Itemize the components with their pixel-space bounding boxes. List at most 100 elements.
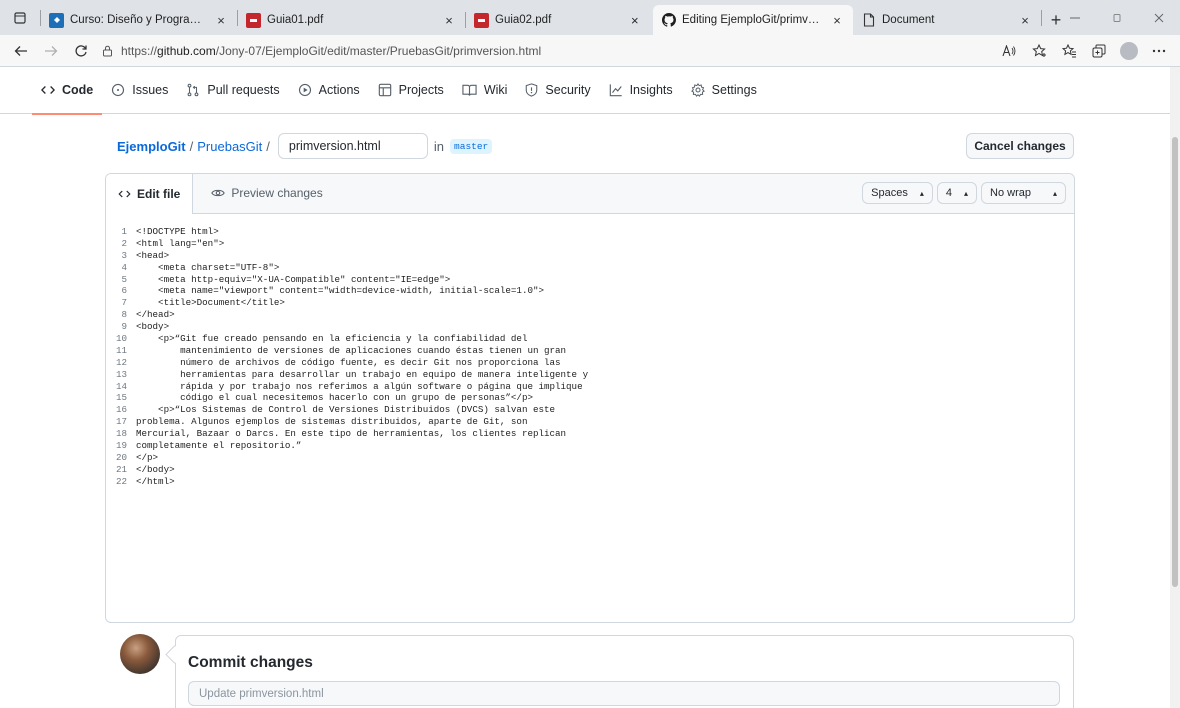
restore-icon bbox=[1113, 13, 1121, 22]
code-line[interactable]: 5 <meta http-equiv="X-UA-Compatible" con… bbox=[106, 274, 1074, 286]
code-text: </head> bbox=[136, 309, 175, 321]
close-icon[interactable]: × bbox=[1017, 13, 1033, 28]
tab-security[interactable]: Security bbox=[516, 67, 599, 114]
line-number: 20 bbox=[115, 451, 127, 463]
minimize-icon bbox=[1070, 17, 1080, 18]
cancel-changes-button[interactable]: Cancel changes bbox=[966, 133, 1074, 159]
tab-issues[interactable]: Issues bbox=[102, 67, 177, 114]
breadcrumb-separator: / bbox=[189, 138, 194, 154]
reload-button[interactable] bbox=[66, 36, 96, 66]
code-line[interactable]: 16 <p>“Los Sistemas de Control de Versio… bbox=[106, 404, 1074, 416]
browser-tab-github-editing[interactable]: Editing EjemploGit/primversion. × bbox=[653, 5, 853, 35]
commit-title: Commit changes bbox=[188, 654, 313, 671]
code-line[interactable]: 13 herramientas para desarrollar un trab… bbox=[106, 369, 1074, 381]
tab-label: Insights bbox=[629, 83, 673, 97]
code-line[interactable]: 1 <!DOCTYPE html> bbox=[106, 226, 1074, 238]
window-controls bbox=[1054, 0, 1180, 35]
indent-mode-select[interactable]: Spaces ▴ bbox=[862, 182, 933, 204]
breadcrumb-directory-link[interactable]: PruebasGit bbox=[197, 139, 262, 154]
commit-message-input[interactable] bbox=[188, 681, 1060, 706]
shield-icon bbox=[525, 83, 538, 97]
code-line[interactable]: 22 </html> bbox=[106, 476, 1074, 488]
collections-button[interactable] bbox=[1084, 36, 1114, 66]
tab-label: Preview changes bbox=[231, 186, 323, 200]
code-line[interactable]: 15 código el cual necesitemos hacerlo co… bbox=[106, 392, 1074, 404]
code-text: <!DOCTYPE html> bbox=[136, 226, 219, 237]
tab-insights[interactable]: Insights bbox=[600, 67, 682, 114]
code-line[interactable]: 6 <meta name="viewport" content="width=d… bbox=[106, 285, 1074, 297]
minimize-button[interactable] bbox=[1054, 0, 1096, 35]
breadcrumb-repo-link[interactable]: EjemploGit bbox=[117, 139, 186, 154]
code-line[interactable]: 17 problema. Algunos ejemplos de sistemas… bbox=[106, 416, 1074, 428]
url-host: github.com bbox=[157, 43, 216, 58]
scrollbar-thumb[interactable] bbox=[1172, 137, 1178, 587]
tab-actions[interactable]: Actions bbox=[289, 67, 369, 114]
breadcrumb: EjemploGit / PruebasGit / in master bbox=[117, 133, 493, 159]
url-field[interactable]: https://github.com/Jony-07/EjemploGit/ed… bbox=[102, 39, 732, 63]
code-line[interactable]: 18 Mercurial, Bazaar o Darcs. En este tip… bbox=[106, 428, 1074, 440]
code-line[interactable]: 8 </head> bbox=[106, 309, 1074, 321]
tab-label: Guia01.pdf bbox=[267, 14, 324, 26]
tab-label: Actions bbox=[318, 83, 360, 97]
close-icon[interactable]: × bbox=[829, 13, 845, 28]
code-line[interactable]: 14 rápida y por trabajo nos referimos a … bbox=[106, 381, 1074, 393]
code-line[interactable]: 12 número de archivos de código fuente, … bbox=[106, 357, 1074, 369]
tab-settings[interactable]: Settings bbox=[682, 67, 766, 114]
tab-preview-changes[interactable]: Preview changes bbox=[193, 174, 334, 213]
line-number: 21 bbox=[115, 463, 127, 475]
line-number: 7 bbox=[121, 297, 127, 309]
address-bar: https://github.com/Jony-07/EjemploGit/ed… bbox=[0, 35, 1180, 67]
tab-label: Document bbox=[882, 14, 935, 26]
browser-tab-course[interactable]: Curso: Diseño y Programación d × bbox=[41, 5, 237, 35]
wrap-mode-select[interactable]: No wrap ▴ bbox=[981, 182, 1066, 204]
page-scrollbar[interactable] bbox=[1170, 67, 1180, 708]
play-icon bbox=[298, 83, 312, 97]
more-button[interactable] bbox=[1144, 36, 1174, 66]
code-editor-area[interactable]: 1 <!DOCTYPE html> 2 <html lang="en"> 3 <head>… bbox=[106, 214, 1074, 488]
read-aloud-icon bbox=[1002, 44, 1016, 56]
close-window-button[interactable] bbox=[1138, 0, 1180, 35]
code-text: <title>Document</title> bbox=[136, 297, 285, 309]
select-arrows-icon: ▴ bbox=[919, 188, 924, 198]
tab-projects[interactable]: Projects bbox=[369, 67, 453, 114]
code-line[interactable]: 19 completamente el repositorio.” bbox=[106, 440, 1074, 452]
commit-form: Commit changes bbox=[175, 635, 1074, 708]
code-line[interactable]: 7 <title>Document</title> bbox=[106, 297, 1074, 309]
favorites-button[interactable] bbox=[1054, 36, 1084, 66]
tab-wiki[interactable]: Wiki bbox=[453, 67, 517, 114]
url-path: /Jony-07/EjemploGit/edit/master/PruebasG… bbox=[215, 43, 542, 58]
browser-tab-guia01[interactable]: Guia01.pdf bbox=[238, 5, 434, 35]
tab-pull-requests[interactable]: Pull requests bbox=[177, 67, 288, 114]
line-number: 11 bbox=[115, 344, 127, 356]
indent-size-select[interactable]: 4 ▴ bbox=[936, 182, 978, 204]
browser-tab-document[interactable]: Document × bbox=[853, 5, 1041, 35]
breadcrumb-separator: / bbox=[266, 138, 270, 154]
code-line[interactable]: 9 <body> bbox=[106, 321, 1074, 333]
close-icon[interactable]: × bbox=[213, 13, 229, 28]
restore-button[interactable] bbox=[1096, 0, 1138, 35]
line-number: 14 bbox=[115, 380, 127, 392]
tab-edit-file[interactable]: Edit file bbox=[106, 174, 194, 214]
profile-button[interactable] bbox=[1114, 36, 1144, 66]
code-line[interactable]: 10 <p>“Git fue creado pensando en la efi… bbox=[106, 333, 1074, 345]
code-line[interactable]: 21 </body> bbox=[106, 464, 1074, 476]
code-line[interactable]: 11 mantenimiento de versiones de aplicac… bbox=[106, 345, 1074, 357]
tab-code[interactable]: Code bbox=[32, 67, 103, 115]
forward-button[interactable] bbox=[36, 36, 66, 66]
add-favorite-button[interactable] bbox=[1024, 36, 1054, 66]
gear-icon bbox=[690, 83, 705, 97]
code-line[interactable]: 20 </p> bbox=[106, 452, 1074, 464]
code-line[interactable]: 2 <html lang="en"> bbox=[106, 238, 1074, 250]
code-line[interactable]: 4 <meta charset="UTF-8"> bbox=[106, 262, 1074, 274]
back-button[interactable] bbox=[6, 36, 36, 66]
line-number: 19 bbox=[115, 440, 127, 452]
code-line[interactable]: 3 <head> bbox=[106, 250, 1074, 262]
read-aloud-button[interactable] bbox=[994, 36, 1024, 66]
tab-actions-button[interactable] bbox=[0, 0, 40, 35]
line-number: 4 bbox=[121, 261, 127, 273]
browser-tab-guia02[interactable]: × Guia02.pdf bbox=[435, 5, 631, 35]
code-text: <p>“Los Sistemas de Control de Versiones… bbox=[136, 404, 556, 416]
filename-input[interactable] bbox=[277, 133, 428, 159]
close-icon[interactable]: × bbox=[631, 5, 647, 35]
close-icon[interactable]: × bbox=[441, 13, 457, 28]
